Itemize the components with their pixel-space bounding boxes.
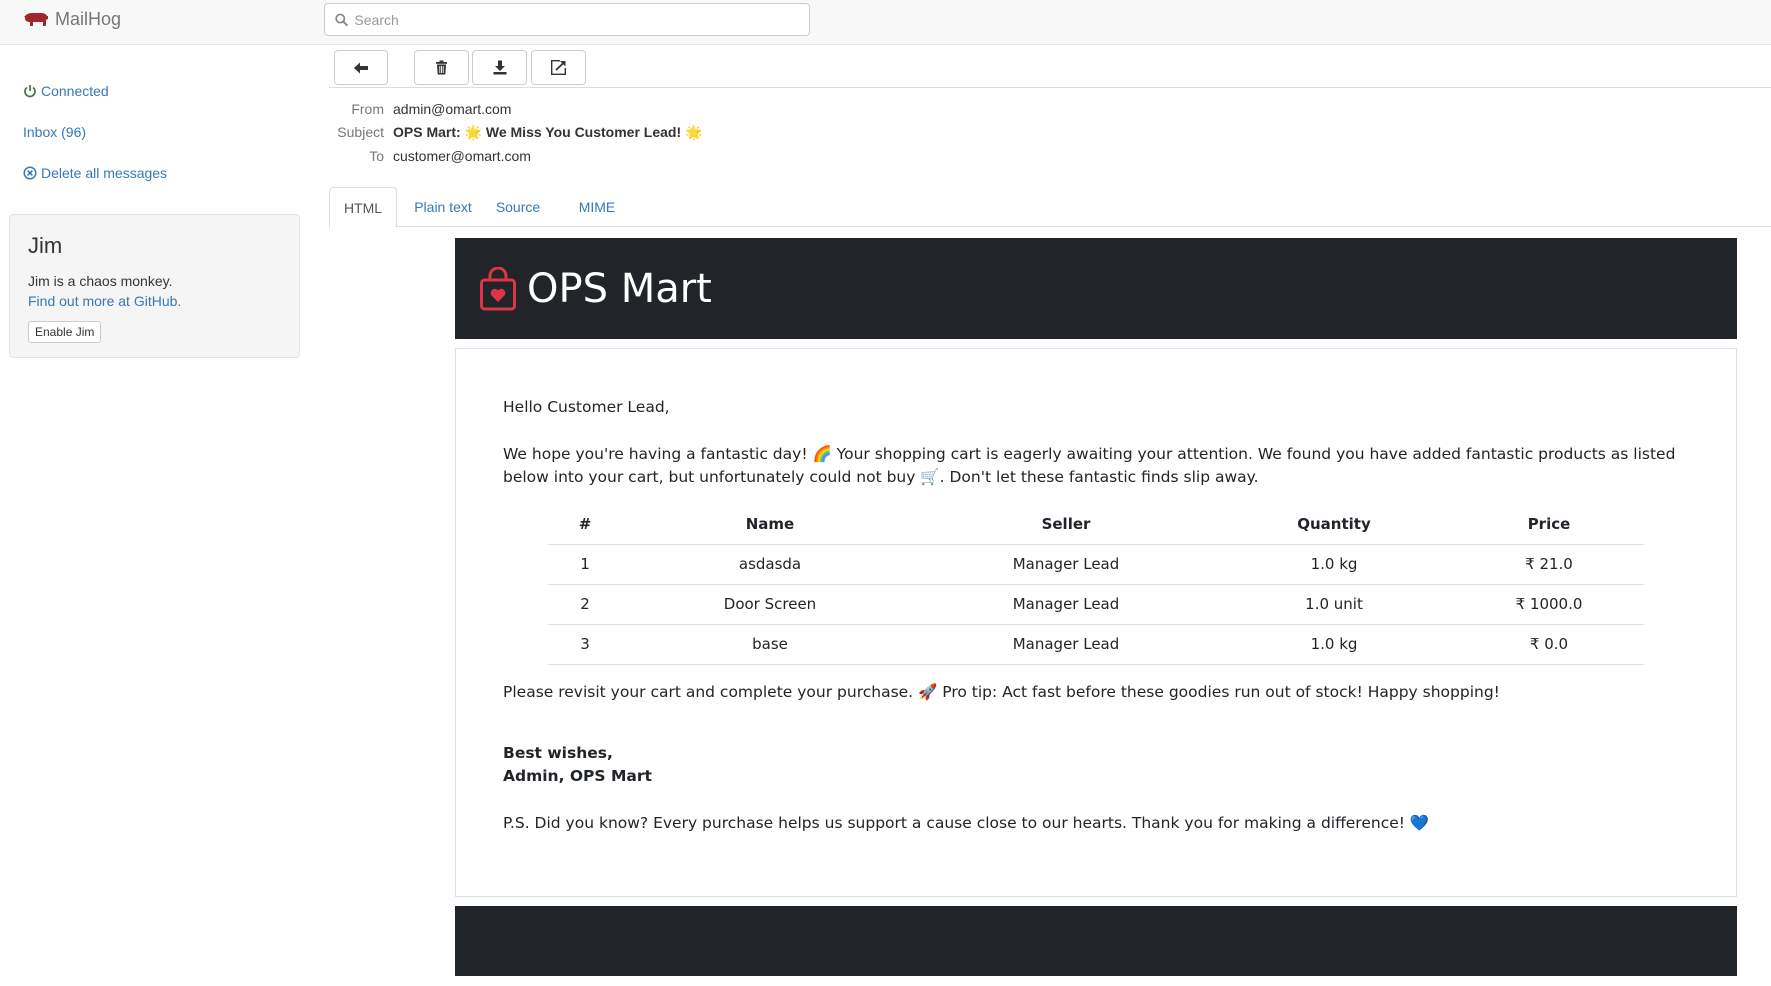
cell-seller: Manager Lead <box>918 583 1214 624</box>
cell-name: asdasda <box>622 543 918 584</box>
jim-title: Jim <box>28 233 63 258</box>
hog-logo-icon <box>24 12 48 26</box>
cell-seller: Manager Lead <box>918 543 1214 584</box>
tab-plain-text[interactable]: Plain text <box>409 187 477 227</box>
search-box[interactable] <box>324 3 810 36</box>
table-row: 1 asdasda Manager Lead 1.0 kg ₹ 21.0 <box>548 543 1644 584</box>
email-brand-name: OPS Mart <box>527 265 712 312</box>
power-icon <box>23 84 37 98</box>
cell-number: 2 <box>548 583 622 624</box>
jim-github-link[interactable]: Find out more at GitHub. <box>28 293 181 309</box>
cell-name: base <box>622 623 918 665</box>
col-price: Price <box>1527 514 1571 533</box>
back-button[interactable] <box>334 50 388 85</box>
tab-source[interactable]: Source <box>492 187 544 227</box>
delete-all-label: Delete all messages <box>41 165 168 181</box>
from-value: admin@omart.com <box>393 101 512 117</box>
app-title: MailHog <box>55 9 122 29</box>
jim-panel: Jim Jim is a chaos monkey. Find out more… <box>9 214 300 358</box>
email-body: Hello Customer Lead, We hope you're havi… <box>455 348 1737 897</box>
share-icon <box>551 60 566 75</box>
to-row: To customer@omart.com <box>329 148 531 164</box>
subject-label: Subject <box>337 124 384 140</box>
delete-all-button[interactable]: Delete all messages <box>23 165 167 181</box>
jim-description: Jim is a chaos monkey. <box>28 273 173 289</box>
enable-jim-button[interactable]: Enable Jim <box>28 321 102 343</box>
subject-value: OPS Mart: 🌟 We Miss You Customer Lead! 🌟 <box>393 124 703 140</box>
to-label: To <box>369 148 384 164</box>
col-number: # <box>578 514 592 533</box>
search-input[interactable] <box>354 11 809 28</box>
sidebar-item-inbox[interactable]: Inbox (96) <box>23 124 86 140</box>
cell-quantity: 1.0 kg <box>1214 623 1454 665</box>
signoff-line-2: Admin, OPS Mart <box>503 767 652 785</box>
message-toolbar <box>329 48 1771 88</box>
subject-row: Subject OPS Mart: 🌟 We Miss You Customer… <box>329 124 702 141</box>
connected-label: Connected <box>41 83 109 99</box>
download-icon <box>493 60 506 75</box>
shopping-bag-heart-icon <box>480 266 516 310</box>
cell-name: Door Screen <box>622 583 918 624</box>
table-row: 2 Door Screen Manager Lead 1.0 unit ₹ 10… <box>548 583 1644 624</box>
connection-status[interactable]: Connected <box>23 83 109 99</box>
search-icon <box>335 13 349 26</box>
revisit-text: Please revisit your cart and complete yo… <box>503 683 1500 701</box>
remove-circle-icon <box>23 166 37 180</box>
download-button[interactable] <box>472 50 527 85</box>
email-footer <box>455 906 1737 976</box>
cell-number: 1 <box>548 543 622 584</box>
tab-html[interactable]: HTML <box>329 187 397 228</box>
ps-text: P.S. Did you know? Every purchase helps … <box>503 814 1430 832</box>
col-seller: Seller <box>1041 514 1091 533</box>
cell-seller: Manager Lead <box>918 623 1214 665</box>
table-row: 3 base Manager Lead 1.0 kg ₹ 0.0 <box>548 623 1644 665</box>
brand[interactable]: MailHog <box>23 9 121 30</box>
to-value: customer@omart.com <box>393 148 531 164</box>
cart-table: # Name Seller Quantity Price 1 asdasda M… <box>548 504 1644 665</box>
arrow-left-icon <box>354 62 368 73</box>
view-tabs: HTML Plain text Source MIME <box>329 187 1771 228</box>
signoff-line-1: Best wishes, <box>503 744 613 762</box>
cell-quantity: 1.0 kg <box>1214 543 1454 584</box>
cell-price: ₹ 0.0 <box>1454 623 1644 665</box>
from-label: From <box>351 101 384 117</box>
cell-price: ₹ 1000.0 <box>1454 583 1644 624</box>
col-quantity: Quantity <box>1297 514 1371 533</box>
table-header-row: # Name Seller Quantity Price <box>548 504 1644 544</box>
release-button[interactable] <box>531 50 586 85</box>
col-name: Name <box>745 514 795 533</box>
inbox-label: Inbox (96) <box>23 124 87 140</box>
cell-price: ₹ 21.0 <box>1454 543 1644 584</box>
from-row: From admin@omart.com <box>329 101 511 117</box>
trash-icon <box>436 60 447 75</box>
delete-message-button[interactable] <box>414 50 469 85</box>
tab-mime[interactable]: MIME <box>575 187 619 227</box>
greeting: Hello Customer Lead, <box>503 398 670 416</box>
intro-text: We hope you're having a fantastic day! 🌈… <box>503 445 1676 486</box>
top-navbar: MailHog <box>0 0 1771 45</box>
cell-number: 3 <box>548 623 622 665</box>
email-banner: OPS Mart <box>455 238 1737 339</box>
cell-quantity: 1.0 unit <box>1214 583 1454 624</box>
